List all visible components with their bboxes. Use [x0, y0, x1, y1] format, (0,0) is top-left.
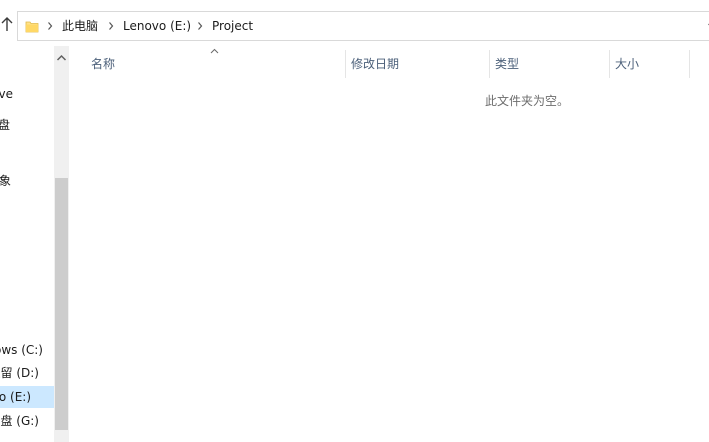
folder-icon — [25, 21, 39, 33]
nav-item-onedrive[interactable]: ive — [0, 83, 54, 105]
address-row: 此电脑 Lenovo (E:) Project — [0, 0, 709, 46]
sort-ascending-icon — [210, 48, 219, 54]
column-header-date-modified[interactable]: 修改日期 — [351, 50, 399, 78]
chevron-right-icon[interactable] — [46, 20, 54, 32]
arrow-up-icon[interactable] — [0, 15, 14, 33]
navigation-pane: ive 盘 象 ows (C:) 保留 (D:) vo (E:) 磁盘 (G:) — [0, 46, 72, 442]
nav-item-drive-c[interactable]: ows (C:) — [0, 339, 54, 361]
nav-item-label: 盘 — [0, 118, 10, 132]
nav-item-drive-d[interactable]: 保留 (D:) — [0, 362, 54, 384]
address-bar[interactable]: 此电脑 Lenovo (E:) Project — [17, 11, 709, 41]
nav-item-disk[interactable]: 盘 — [0, 114, 54, 136]
breadcrumb-drive-e[interactable]: Lenovo (E:) — [123, 19, 191, 34]
column-divider[interactable] — [689, 50, 690, 78]
breadcrumb-this-pc[interactable]: 此电脑 — [62, 19, 98, 34]
scroll-thumb[interactable] — [55, 178, 68, 430]
column-divider[interactable] — [489, 50, 490, 78]
column-divider[interactable] — [345, 50, 346, 78]
file-list: 名称 修改日期 类型 大小 此文件夹为空。 — [72, 46, 709, 442]
chevron-up-icon[interactable] — [54, 50, 69, 66]
nav-item-drive-e[interactable]: vo (E:) — [0, 386, 54, 408]
column-header-size[interactable]: 大小 — [615, 50, 639, 78]
chevron-right-icon[interactable] — [107, 20, 115, 32]
chevron-right-icon[interactable] — [196, 20, 204, 32]
nav-item-objects[interactable]: 象 — [0, 170, 54, 192]
nav-item-label: 磁盘 (G:) — [0, 414, 39, 428]
nav-item-label: ive — [0, 87, 13, 101]
nav-item-label: ows (C:) — [0, 343, 43, 357]
breadcrumb-project[interactable]: Project — [212, 19, 253, 34]
empty-folder-message: 此文件夹为空。 — [485, 94, 570, 108]
column-divider[interactable] — [609, 50, 610, 78]
nav-item-drive-g[interactable]: 磁盘 (G:) — [0, 410, 54, 432]
column-header-name[interactable]: 名称 — [91, 50, 115, 78]
nav-item-label: vo (E:) — [0, 390, 31, 404]
nav-item-label: 保留 (D:) — [0, 366, 39, 380]
column-header-type[interactable]: 类型 — [495, 50, 519, 78]
nav-scrollbar[interactable] — [54, 46, 69, 442]
nav-item-label: 象 — [0, 174, 11, 188]
